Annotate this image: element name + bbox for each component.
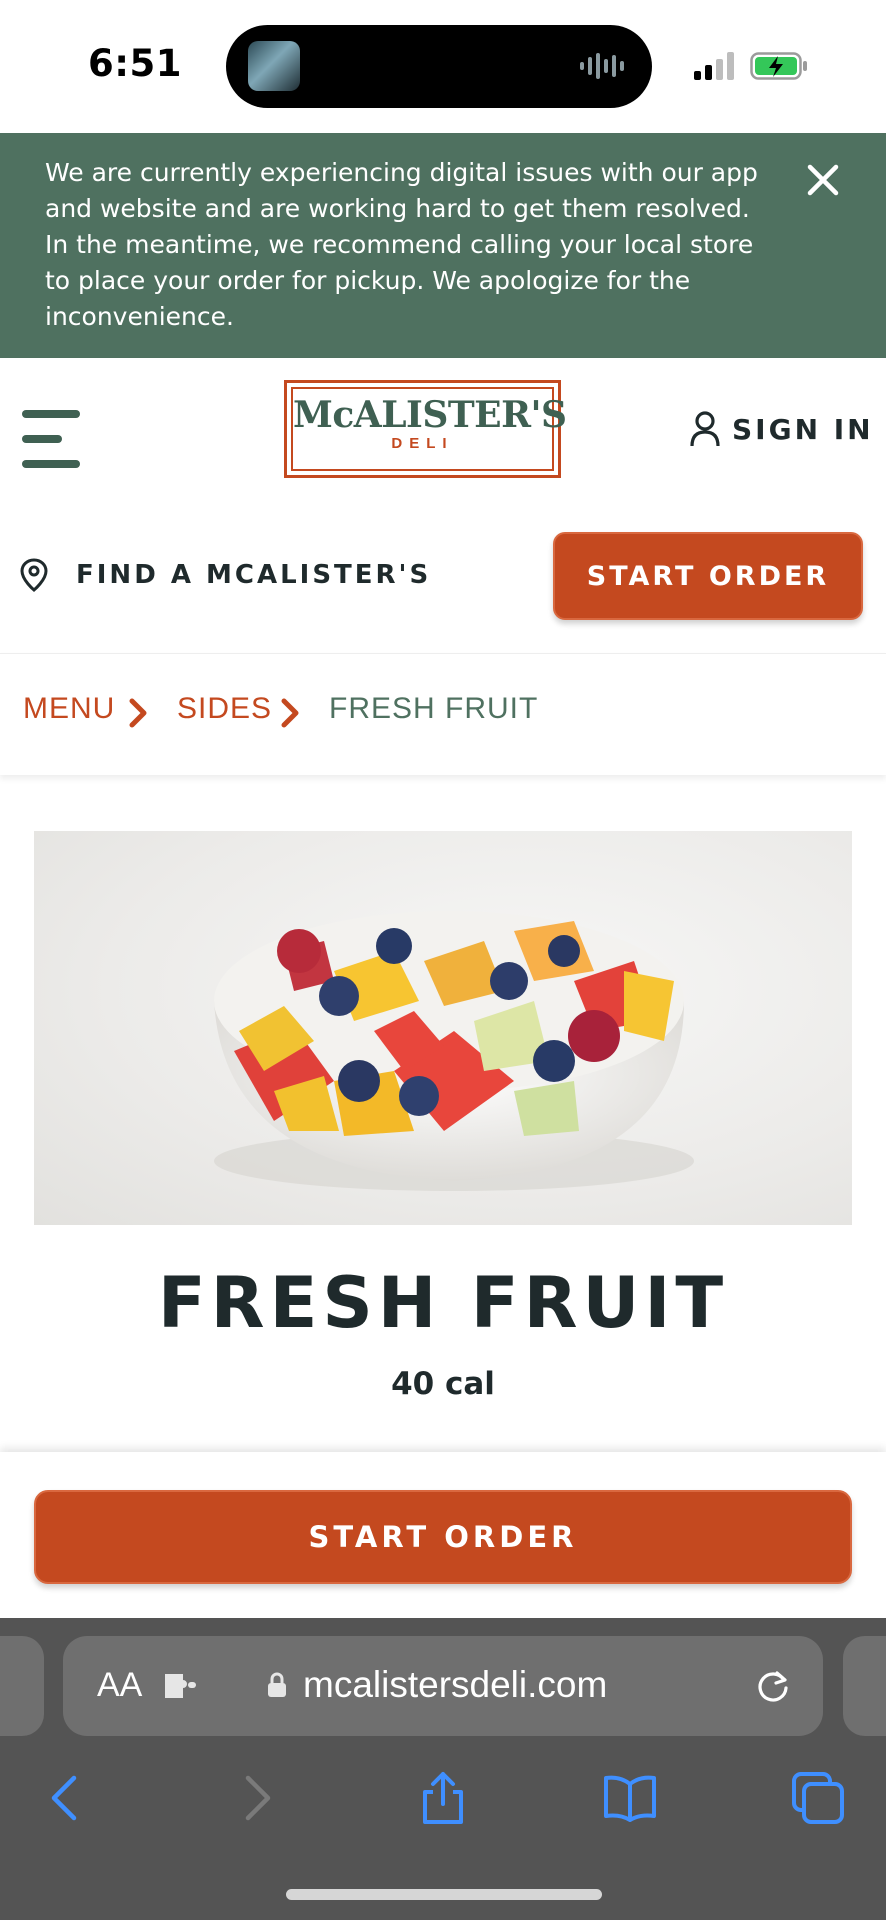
browser-chrome: AA mcalistersdeli.com xyxy=(0,1618,886,1920)
product-title: FRESH FRUIT xyxy=(157,1262,729,1344)
service-alert-banner: We are currently experiencing digital is… xyxy=(0,133,886,358)
share-icon[interactable] xyxy=(415,1770,471,1826)
chevron-right-icon xyxy=(129,698,147,728)
chevron-right-icon xyxy=(281,698,299,728)
breadcrumb-sides[interactable]: SIDES xyxy=(177,692,272,726)
address-bar[interactable]: AA mcalistersdeli.com xyxy=(63,1636,823,1736)
store-locator-row: FIND A MCALISTER'S START ORDER xyxy=(0,500,886,652)
hamburger-menu-icon[interactable] xyxy=(22,410,80,468)
cellular-signal-icon xyxy=(694,52,734,80)
alert-message: We are currently experiencing digital is… xyxy=(45,158,758,331)
logo-name: McALISTER'S xyxy=(293,394,567,436)
status-time: 6:51 xyxy=(88,42,183,85)
reload-icon[interactable] xyxy=(753,1666,793,1706)
back-icon[interactable] xyxy=(38,1770,94,1826)
find-store-link[interactable]: FIND A MCALISTER'S xyxy=(76,560,431,590)
product-image xyxy=(34,831,852,1225)
next-tab-peek[interactable] xyxy=(843,1636,886,1736)
breadcrumb: MENU SIDES FRESH FRUIT xyxy=(0,653,886,775)
start-order-cta-button[interactable]: START ORDER xyxy=(34,1490,852,1584)
dynamic-island[interactable] xyxy=(226,25,652,108)
lock-icon xyxy=(268,1672,286,1697)
home-indicator[interactable] xyxy=(286,1889,602,1900)
audio-waveform-icon xyxy=(580,53,624,79)
close-icon[interactable] xyxy=(800,157,846,203)
tabs-icon[interactable] xyxy=(790,1770,846,1826)
bookmarks-icon[interactable] xyxy=(602,1770,658,1826)
sign-in-label: SIGN IN xyxy=(732,412,874,446)
forward-icon[interactable] xyxy=(228,1770,284,1826)
breadcrumb-current: FRESH FRUIT xyxy=(329,692,539,725)
previous-tab-peek[interactable] xyxy=(0,1636,44,1736)
site-header: McALISTER'S DELI SIGN IN xyxy=(0,358,886,500)
sticky-order-bar: START ORDER xyxy=(0,1452,886,1618)
product-calories: 40 cal xyxy=(391,1366,495,1402)
now-playing-art xyxy=(248,41,300,91)
breadcrumb-menu[interactable]: MENU xyxy=(23,692,115,726)
user-icon xyxy=(690,411,720,447)
url-text[interactable]: mcalistersdeli.com xyxy=(303,1664,607,1706)
extension-icon[interactable] xyxy=(161,1670,199,1702)
battery-charging-icon xyxy=(750,52,807,80)
fruit-bowl-illustration xyxy=(214,911,694,1191)
brand-logo[interactable]: McALISTER'S DELI xyxy=(284,380,567,478)
reader-settings-button[interactable]: AA xyxy=(97,1666,142,1705)
aa-label: AA xyxy=(97,1666,143,1704)
status-bar: 6:51 xyxy=(0,0,886,133)
sign-in-button[interactable]: SIGN IN xyxy=(690,404,874,454)
location-pin-icon xyxy=(20,558,48,592)
start-order-button[interactable]: START ORDER xyxy=(553,532,863,620)
logo-sub: DELI xyxy=(391,435,454,452)
